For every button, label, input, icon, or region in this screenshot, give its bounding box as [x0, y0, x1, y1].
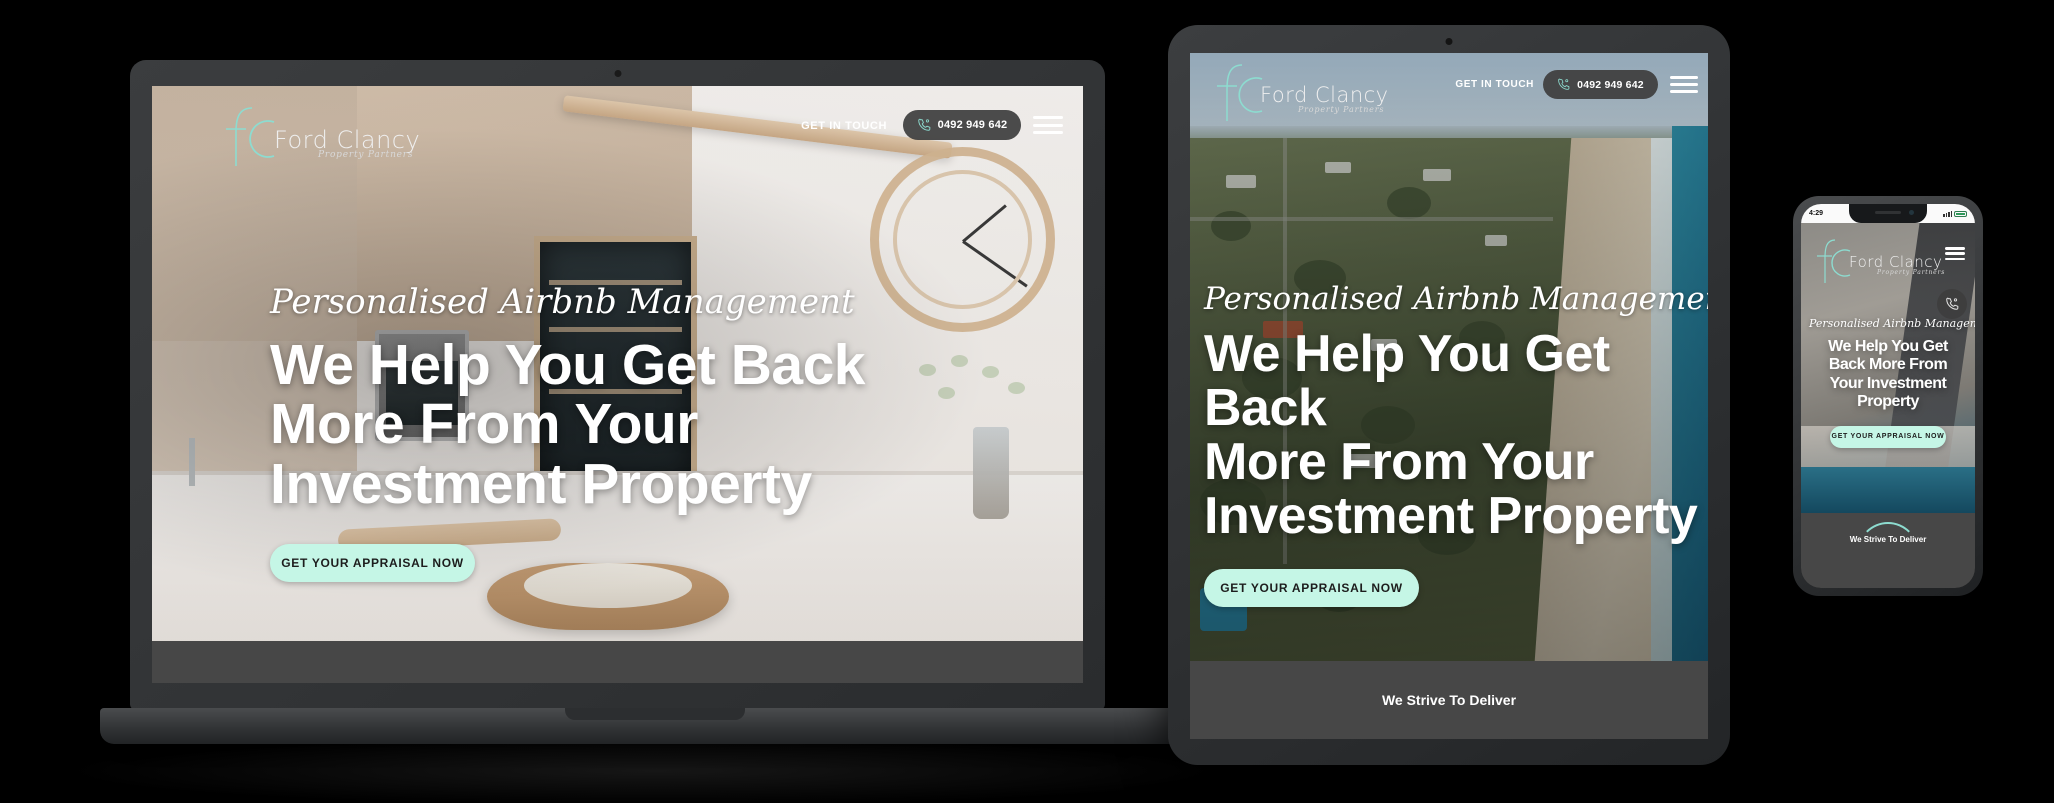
hero-headline-line: Investment Property	[270, 451, 812, 516]
brand-name: Ford Clancy	[1260, 83, 1389, 107]
laptop-shadow	[60, 736, 1250, 803]
phone-number: 0492 949 642	[937, 119, 1008, 131]
laptop-site-header: Ford Clancy Property Partners GET IN TOU…	[152, 86, 1083, 172]
hero-eyebrow: Personalised Airbnb Management	[1204, 281, 1708, 317]
tablet-mockup: Ford Clancy Property Partners GET IN TOU…	[1168, 25, 1730, 765]
brand-logo[interactable]: Ford Clancy Property Partners	[1807, 237, 1946, 287]
tablet-screen: Ford Clancy Property Partners GET IN TOU…	[1190, 53, 1708, 739]
hamburger-menu-icon[interactable]	[1033, 116, 1063, 134]
phone-icon	[1558, 78, 1570, 90]
earpiece-speaker-icon	[1875, 211, 1901, 214]
get-in-touch-link[interactable]: GET IN TOUCH	[801, 120, 887, 132]
hero-headline-line: Your Investment	[1829, 374, 1947, 392]
laptop-hero-section: Ford Clancy Property Partners GET IN TOU…	[152, 86, 1083, 641]
hero-headline: We Help You Get Back More From Your Inve…	[270, 333, 866, 516]
phone-icon	[1946, 297, 1959, 310]
appraisal-cta-button[interactable]: GET YOUR APPRAISAL NOW	[1830, 425, 1946, 448]
brand-logo[interactable]: Ford Clancy Property Partners	[1204, 61, 1394, 125]
phone-call-fab-button[interactable]	[1937, 289, 1967, 319]
phone-hero-section: Ford Clancy Property Partners Personalis…	[1801, 223, 1975, 513]
hero-headline-line: More From Your	[270, 392, 698, 457]
phone-notch	[1849, 204, 1927, 223]
laptop-screen: Ford Clancy Property Partners GET IN TOU…	[152, 86, 1083, 683]
tablet-site-header: Ford Clancy Property Partners GET IN TOU…	[1190, 53, 1708, 133]
hero-eyebrow: Personalised Airbnb Management	[1809, 317, 1975, 330]
tablet-hero-section: Ford Clancy Property Partners GET IN TOU…	[1190, 53, 1708, 661]
hero-headline-line: We Help You Get	[1828, 338, 1948, 355]
hero-headline-line: We Help You Get Back	[270, 333, 866, 397]
laptop-page: Ford Clancy Property Partners GET IN TOU…	[152, 86, 1083, 683]
front-camera-icon	[1909, 210, 1914, 215]
signal-icon	[1943, 210, 1952, 217]
tablet-footer-band: We Strive To Deliver	[1190, 661, 1708, 739]
appraisal-cta-button[interactable]: GET YOUR APPRAISAL NOW	[270, 543, 475, 582]
phone-number: 0492 949 642	[1577, 78, 1644, 91]
status-time: 4:29	[1809, 210, 1824, 217]
phone-button[interactable]: 0492 949 642	[1543, 70, 1658, 99]
phone-body: 4:29 Ford Clancy Property Partners Perso…	[1793, 196, 1983, 596]
brand-tagline: Property Partners	[318, 150, 414, 160]
brand-logo[interactable]: Ford Clancy Property Partners	[212, 102, 422, 172]
get-in-touch-link[interactable]: GET IN TOUCH	[1455, 79, 1534, 90]
mockup-stage: Ford Clancy Property Partners GET IN TOU…	[0, 0, 2054, 803]
phone-icon	[917, 118, 930, 131]
tablet-camera-icon	[1445, 38, 1453, 45]
decorative-arc-icon	[1857, 522, 1919, 584]
status-indicators	[1943, 210, 1967, 217]
brand-tagline: Property Partners	[1298, 105, 1385, 114]
battery-icon	[1954, 210, 1967, 217]
appraisal-cta-button[interactable]: GET YOUR APPRAISAL NOW	[1204, 569, 1419, 608]
brand-tagline: Property Partners	[1877, 269, 1946, 276]
phone-screen: 4:29 Ford Clancy Property Partners Perso…	[1801, 204, 1975, 588]
hamburger-menu-icon[interactable]	[1670, 76, 1698, 93]
phone-hero-copy: Personalised Airbnb Management We Help Y…	[1801, 317, 1975, 448]
hero-headline-line: Back More From	[1828, 356, 1948, 374]
laptop-lid: Ford Clancy Property Partners GET IN TOU…	[130, 60, 1105, 710]
phone-footer-band: We Strive To Deliver	[1801, 513, 1975, 588]
tablet-hero-copy: Personalised Airbnb Management We Help Y…	[1204, 281, 1708, 608]
phone-mockup: 4:29 Ford Clancy Property Partners Perso…	[1793, 196, 1983, 596]
laptop-hero-copy: Personalised Airbnb Management We Help Y…	[270, 282, 866, 582]
hero-eyebrow: Personalised Airbnb Management	[270, 282, 855, 322]
hero-headline-line: Property	[1857, 393, 1919, 411]
hero-headline: We Help You Get Back More From Your Inve…	[1809, 338, 1967, 412]
strive-heading: We Strive To Deliver	[1381, 692, 1517, 708]
hero-headline-line: More From Your	[1204, 433, 1594, 492]
phone-button[interactable]: 0492 949 642	[903, 110, 1021, 140]
hamburger-menu-icon[interactable]	[1945, 247, 1965, 260]
tablet-body: Ford Clancy Property Partners GET IN TOU…	[1168, 25, 1730, 765]
hero-headline-line: We Help You Get Back	[1204, 325, 1610, 438]
laptop-mockup: Ford Clancy Property Partners GET IN TOU…	[60, 60, 1250, 803]
laptop-webcam-icon	[614, 70, 621, 77]
hero-headline: We Help You Get Back More From Your Inve…	[1204, 327, 1708, 543]
hero-headline-line: Investment Property	[1204, 487, 1698, 546]
laptop-base-notch	[565, 708, 745, 720]
laptop-footer-band	[152, 641, 1083, 683]
